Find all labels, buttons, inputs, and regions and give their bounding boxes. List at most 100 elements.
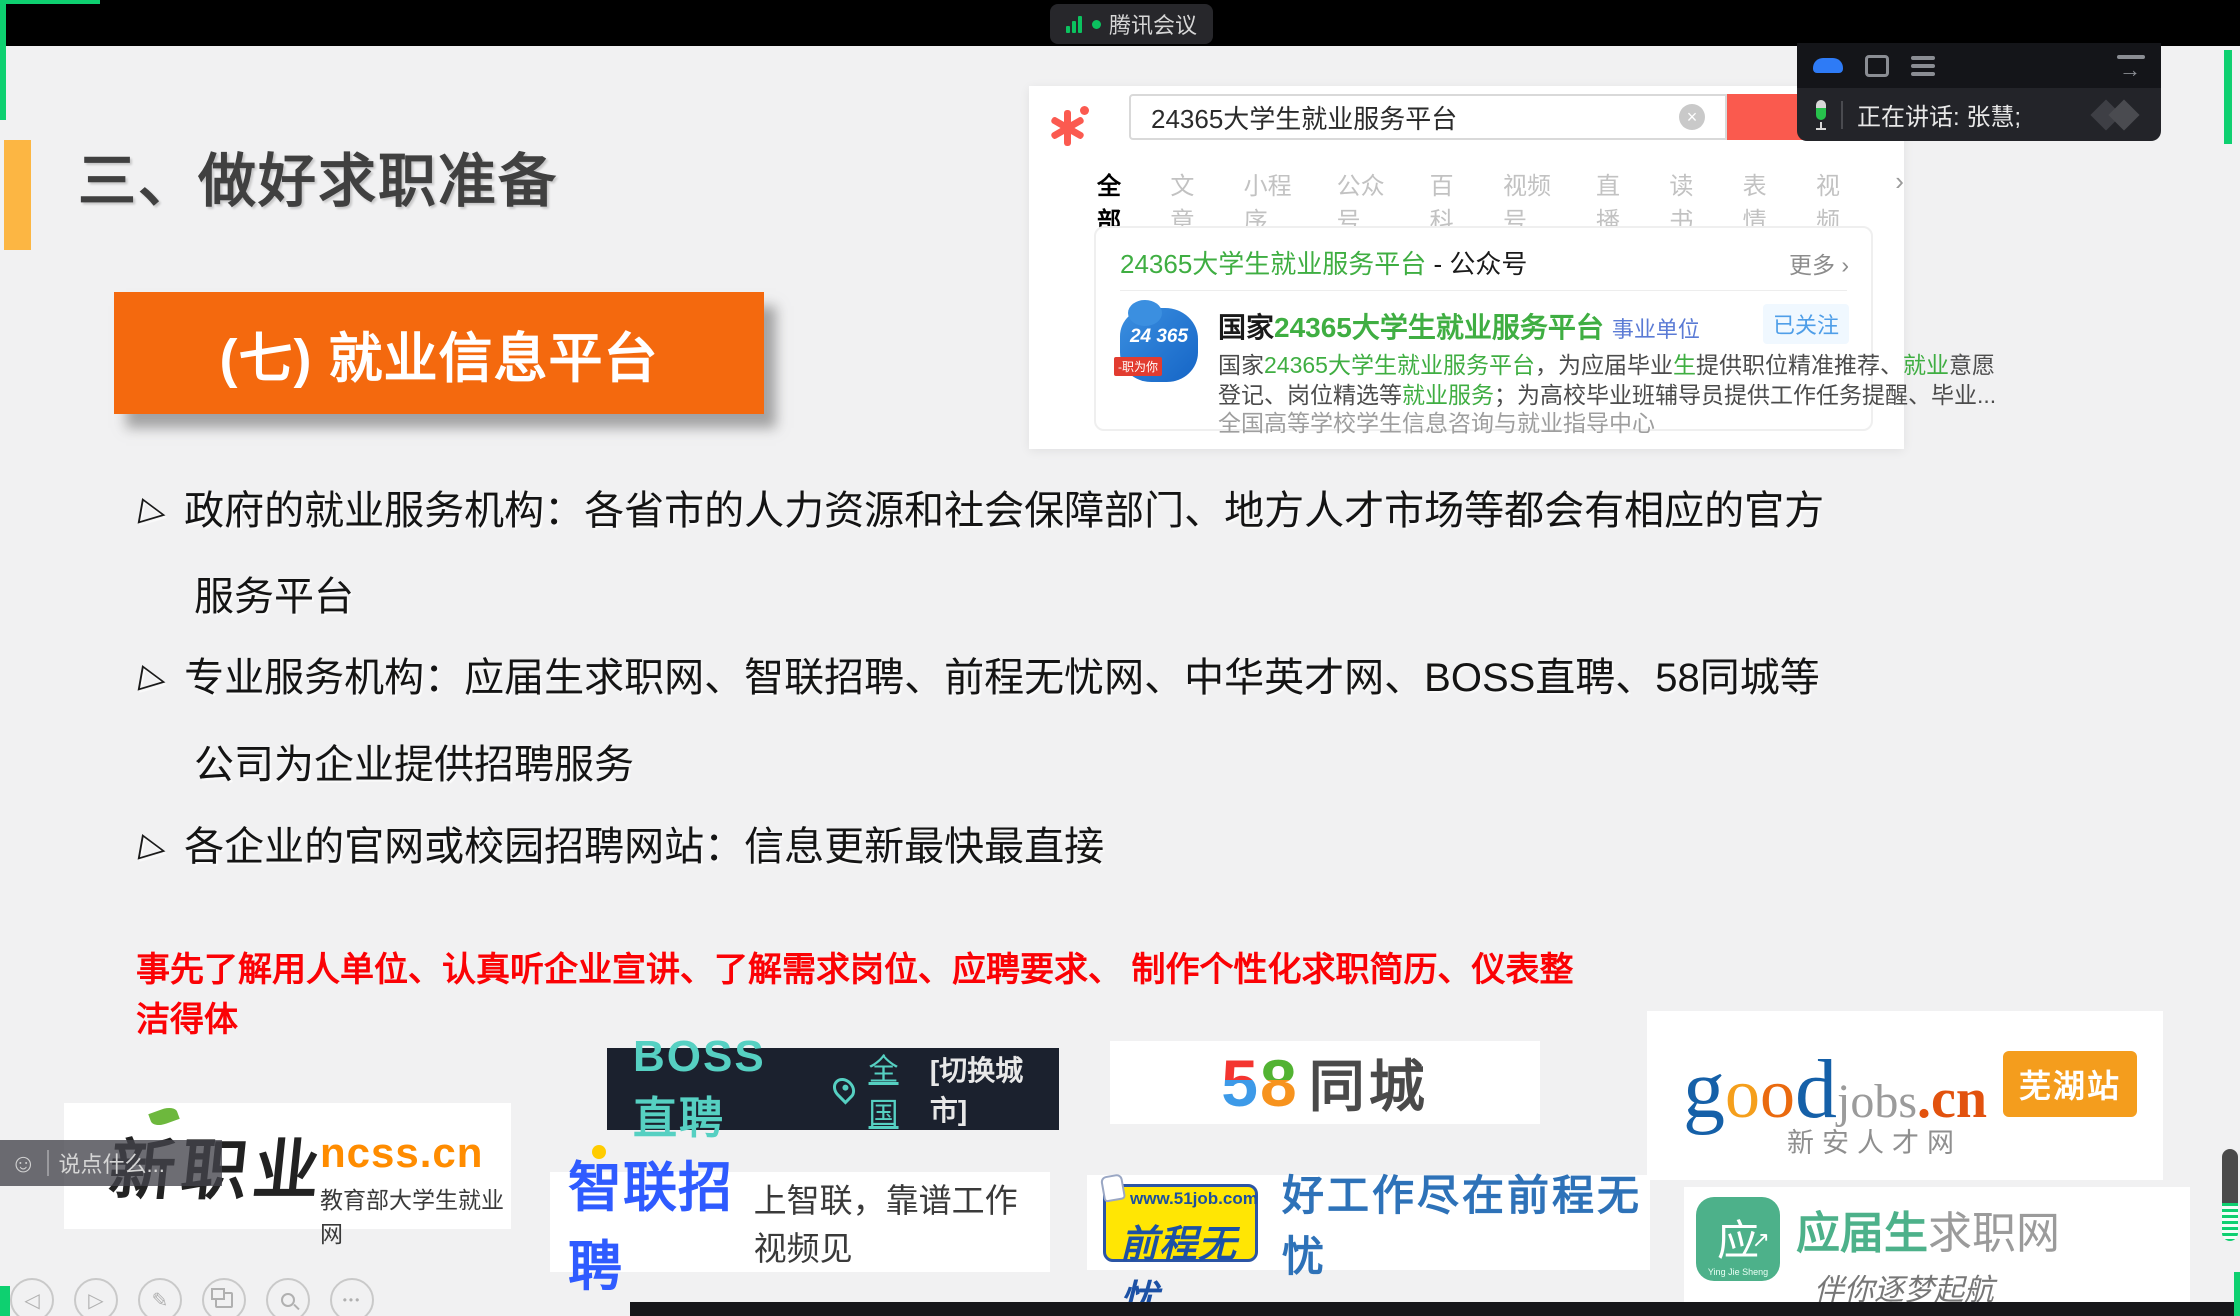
ncss-domain: ncss.cn bbox=[320, 1129, 483, 1177]
text-segment: 就业 bbox=[1903, 352, 1949, 378]
bullet-arrow-icon: ▷ bbox=[137, 825, 170, 869]
followed-badge[interactable]: 已关注 bbox=[1763, 304, 1849, 344]
section-heading-box: (七) 就业信息平台 bbox=[114, 292, 764, 414]
mic-volume-indicator bbox=[2222, 1149, 2238, 1241]
goodjobs-subtitle: 新安人才网 bbox=[1787, 1121, 1962, 1160]
speaking-status-row: 正在讲话: 张慧; bbox=[1797, 88, 2161, 141]
ncss-subtitle: 教育部大学生就业网 bbox=[320, 1181, 511, 1249]
zoom-button[interactable] bbox=[266, 1278, 310, 1316]
zhilian-logo: 智联招聘 bbox=[568, 1143, 748, 1301]
meeting-watermark-icon bbox=[2089, 98, 2145, 132]
search-result-card[interactable]: 24365大学生就业服务平台 - 公众号 更多 › 24 365 -职为你 国家… bbox=[1094, 226, 1873, 431]
annotate-button[interactable]: ✎ bbox=[138, 1278, 182, 1316]
next-slide-button[interactable]: ▷ bbox=[74, 1278, 118, 1316]
microphone-icon[interactable] bbox=[1813, 100, 1829, 130]
bullet-2-text: 专业服务机构：应届生求职网、智联招聘、前程无忧网、中华英才网、BOSS直聘、58… bbox=[184, 656, 1820, 700]
signal-bars-icon bbox=[1066, 15, 1082, 33]
network-indicator-icon[interactable] bbox=[1813, 58, 1843, 73]
yingjiesheng-logo-card: 应 ↗ Ying Jie Sheng 应届生求职网伴你逐梦起航 www.ying… bbox=[1684, 1187, 2190, 1302]
mic-volume-empty bbox=[2222, 1149, 2238, 1203]
tabs-overflow-chevron-icon[interactable]: › bbox=[1895, 166, 1904, 248]
collapse-panel-icon[interactable] bbox=[2117, 55, 2145, 77]
goodjobs-g: g bbox=[1683, 1041, 1725, 1138]
mic-volume-level bbox=[2222, 1203, 2238, 1241]
wechat-search-panel: 24365大学生就业服务平台 × 全部文章小程序公众号百科视频号直播读书表情视频… bbox=[1029, 86, 1904, 449]
title-accent-bar bbox=[4, 140, 31, 250]
51job-url: www.51job.com bbox=[1130, 1189, 1258, 1209]
result-section-title: 24365大学生就业服务平台 - 公众号 bbox=[1120, 244, 1527, 281]
meeting-app-pill: 腾讯会议 bbox=[1050, 4, 1213, 44]
goodjobs-station-badge: 芜湖站 bbox=[2003, 1051, 2137, 1117]
result-title-green: 24365大学生就业服务平台 bbox=[1274, 312, 1604, 343]
boss-switch-city: [切换城市] bbox=[930, 1049, 1033, 1129]
zhilian-logo-card: 智联招聘 上智联，靠谱工作视频见 bbox=[550, 1172, 1050, 1272]
magnifier-icon bbox=[281, 1293, 295, 1307]
red-note-line-1: 事先了解用人单位、认真听企业宣讲、了解需求岗位、应聘要求、 制作个性化求职简历、… bbox=[136, 942, 1573, 991]
yingjiesheng-app-icon: 应 ↗ Ying Jie Sheng bbox=[1696, 1197, 1780, 1281]
text-segment: 24365大学生就业服务平台 bbox=[1264, 352, 1535, 378]
share-border-top bbox=[0, 0, 100, 4]
bullet-3-text: 各企业的官网或校园招聘网站：信息更新最快最直接 bbox=[184, 825, 1104, 869]
58-logo-digit-5: 5 bbox=[1221, 1045, 1258, 1121]
org-badge: 事业单位 bbox=[1612, 317, 1700, 342]
chat-input-overlay[interactable]: ☺ 说点什么... bbox=[0, 1140, 222, 1186]
speaking-label: 正在讲话: 张慧; bbox=[1857, 97, 2021, 132]
result-title[interactable]: 国家24365大学生就业服务平台事业单位 bbox=[1218, 306, 1700, 346]
list-icon[interactable] bbox=[1911, 56, 1935, 76]
chevron-right-icon: › bbox=[1841, 252, 1849, 278]
account-avatar[interactable]: 24 365 -职为你 bbox=[1120, 308, 1198, 382]
window-icon[interactable] bbox=[1865, 55, 1889, 77]
bullet-arrow-icon: ▷ bbox=[137, 489, 170, 533]
boss-zhipin-logo-card: BOSS直聘 全国 [切换城市] bbox=[607, 1048, 1059, 1130]
chat-placeholder: 说点什么... bbox=[59, 1147, 165, 1179]
bullet-2-line-2: 公司为企业提供招聘服务 bbox=[194, 732, 634, 790]
slide-title: 三、做好求职准备 bbox=[78, 134, 558, 218]
divider bbox=[1841, 101, 1843, 129]
text-segment: ，为应届毕业 bbox=[1535, 352, 1673, 378]
clear-search-icon[interactable]: × bbox=[1679, 104, 1705, 130]
bullet-1-text: 政府的就业服务机构：各省市的人力资源和社会保障部门、地方人才市场等都会有相应的官… bbox=[184, 489, 1824, 533]
share-border-right-bottom bbox=[2234, 1272, 2240, 1316]
emoji-icon[interactable]: ☺ bbox=[10, 1148, 37, 1179]
51job-tagline: 好工作尽在前程无忧 bbox=[1282, 1162, 1650, 1284]
yjs-name-gray: 求职网 bbox=[1928, 1209, 2060, 1258]
section-heading-label: (七) 就业信息平台 bbox=[220, 314, 659, 393]
58-tongcheng-logo-card: 5 8 同城 bbox=[1110, 1041, 1540, 1124]
bullet-1-line-2: 服务平台 bbox=[194, 564, 354, 622]
divider bbox=[47, 1150, 49, 1176]
next-icon: ▷ bbox=[88, 1288, 103, 1313]
bullet-1-line-1: ▷ 政府的就业服务机构：各省市的人力资源和社会保障部门、地方人才市场等都会有相应的… bbox=[140, 478, 1824, 536]
58-logo-digit-8: 8 bbox=[1260, 1045, 1297, 1121]
result-section-title-suffix: - 公众号 bbox=[1426, 249, 1527, 279]
previous-slide-button[interactable]: ◁ bbox=[10, 1278, 54, 1316]
share-border-right-top bbox=[2224, 50, 2232, 144]
goodjobs-o1: o bbox=[1725, 1055, 1760, 1135]
sogou-search-icon bbox=[1047, 108, 1087, 148]
presentation-toolbar: ◁ ▷ ✎ ••• bbox=[10, 1278, 374, 1316]
boss-zhipin-logo: BOSS直聘 bbox=[633, 1032, 810, 1146]
zhilian-tagline: 上智联，靠谱工作视频见 bbox=[754, 1174, 1050, 1270]
search-query-text: 24365大学生就业服务平台 bbox=[1151, 99, 1679, 136]
arrow-icon: ↗ bbox=[1752, 1227, 1770, 1253]
slides-overview-button[interactable] bbox=[202, 1278, 246, 1316]
yingjiesheng-name: 应届生求职网伴你逐梦起航 bbox=[1796, 1209, 2060, 1310]
51job-badge: www.51job.com 前程无忧 bbox=[1103, 1184, 1258, 1262]
more-link[interactable]: 更多 › bbox=[1789, 246, 1849, 280]
recording-dot-icon bbox=[1092, 20, 1101, 29]
result-footer: 全国高等学校学生信息咨询与就业指导中心 bbox=[1218, 404, 1655, 438]
result-section-title-green: 24365大学生就业服务平台 bbox=[1120, 249, 1426, 279]
more-options-button[interactable]: ••• bbox=[330, 1278, 374, 1316]
text-segment: 提供职位精准推荐、 bbox=[1696, 352, 1903, 378]
result-title-prefix: 国家 bbox=[1218, 312, 1274, 343]
screen-share-view: 腾讯会议 三、做好求职准备 (七) 就业信息平台 ▷ 政府的就业服务机构：各省市的… bbox=[0, 0, 2240, 1316]
text-segment: 生 bbox=[1673, 352, 1696, 378]
yjs-icon-caption: Ying Jie Sheng bbox=[1696, 1267, 1780, 1277]
58-logo-text: 同城 bbox=[1309, 1042, 1429, 1123]
avatar-tag: -职为你 bbox=[1114, 357, 1162, 376]
goodjobs-logo-card: goodjobs.cn 新安人才网 芜湖站 bbox=[1647, 1011, 2163, 1180]
avatar-number: 24 365 bbox=[1120, 326, 1198, 348]
slides-icon bbox=[215, 1292, 233, 1308]
bullet-2-line-1: ▷专业服务机构：应届生求职网、智联招聘、前程无忧网、中华英才网、BOSS直聘、5… bbox=[140, 645, 1820, 703]
search-input[interactable]: 24365大学生就业服务平台 × bbox=[1129, 94, 1727, 140]
text-segment: 国家 bbox=[1218, 352, 1264, 378]
